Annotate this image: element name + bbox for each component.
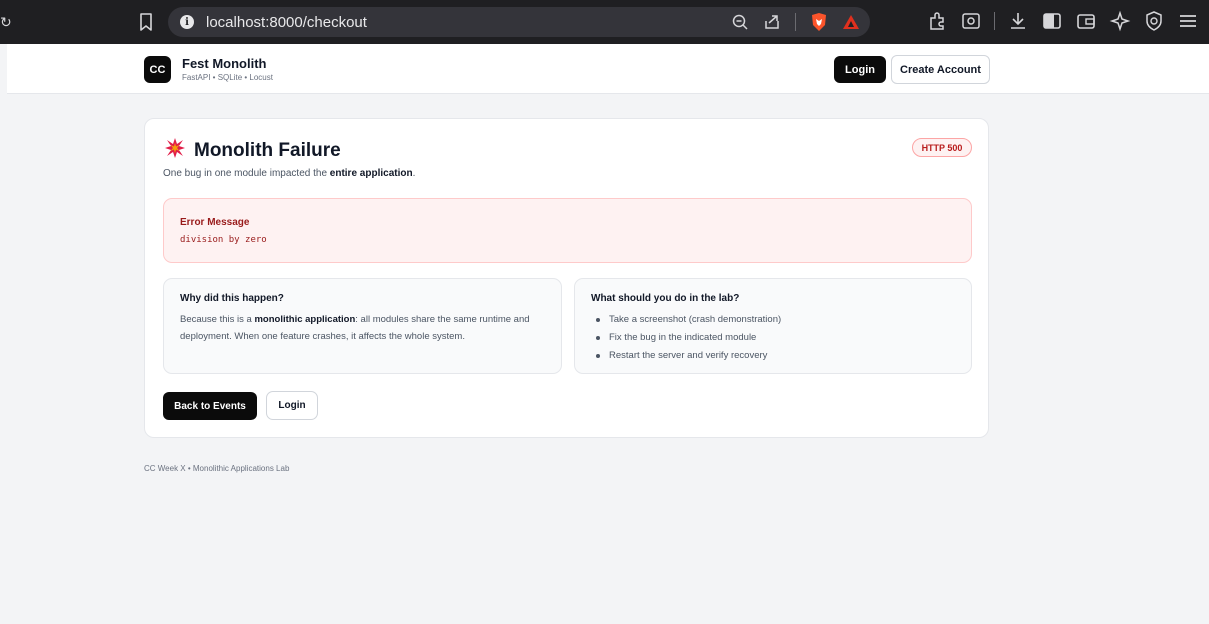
logo[interactable]: CC (144, 56, 171, 83)
list-item: Fix the bug in the indicated module (591, 329, 781, 347)
download-icon[interactable] (1007, 10, 1029, 32)
lab-panel: What should you do in the lab? Take a sc… (574, 278, 972, 374)
error-label: Error Message (180, 217, 250, 228)
error-message-box: Error Message division by zero (163, 198, 972, 263)
why-title: Why did this happen? (180, 293, 284, 304)
separator (994, 12, 995, 30)
burst-icon (165, 138, 185, 158)
vpn-icon[interactable] (1143, 10, 1165, 32)
status-badge: HTTP 500 (912, 138, 972, 157)
separator (795, 13, 796, 31)
sidebar-icon[interactable] (1041, 10, 1063, 32)
lab-title: What should you do in the lab? (591, 293, 740, 304)
header-login-button[interactable]: Login (834, 56, 886, 83)
page-subtitle: One bug in one module impacted the entir… (163, 168, 416, 179)
browser-toolbar: ↻ i localhost:8000/checkout (0, 0, 1209, 44)
login-button[interactable]: Login (266, 391, 318, 420)
page-title: Monolith Failure (194, 140, 341, 161)
reload-icon[interactable]: ↻ (0, 14, 12, 31)
rewards-icon[interactable] (842, 13, 860, 31)
lab-list: Take a screenshot (crash demonstration) … (591, 311, 781, 365)
error-card: Monolith Failure One bug in one module i… (144, 118, 989, 438)
app-header: CC Fest Monolith FastAPI • SQLite • Locu… (7, 44, 1209, 94)
wallet-icon[interactable] (1075, 10, 1097, 32)
zoom-out-icon[interactable] (731, 13, 749, 31)
leo-icon[interactable] (1109, 10, 1131, 32)
brand-title: Fest Monolith (182, 56, 267, 71)
error-message: division by zero (180, 235, 267, 245)
list-item: Restart the server and verify recovery (591, 347, 781, 365)
create-account-button[interactable]: Create Account (891, 55, 990, 84)
url-text[interactable]: localhost:8000/checkout (206, 14, 367, 31)
bookmark-icon[interactable] (138, 12, 154, 32)
share-icon[interactable] (763, 13, 781, 31)
address-bar[interactable]: i localhost:8000/checkout (168, 7, 870, 37)
why-body: Because this is a monolithic application… (180, 314, 530, 342)
brave-shield-icon[interactable] (810, 12, 828, 32)
list-item: Take a screenshot (crash demonstration) (591, 311, 781, 329)
menu-icon[interactable] (1177, 10, 1199, 32)
footer-text: CC Week X • Monolithic Applications Lab (144, 464, 290, 473)
why-panel: Why did this happen? Because this is a m… (163, 278, 562, 374)
brand-subtitle: FastAPI • SQLite • Locust (182, 73, 273, 82)
info-icon[interactable]: i (180, 15, 194, 29)
back-to-events-button[interactable]: Back to Events (163, 392, 257, 420)
extensions-icon[interactable] (926, 10, 948, 32)
screenshot-icon[interactable] (960, 10, 982, 32)
